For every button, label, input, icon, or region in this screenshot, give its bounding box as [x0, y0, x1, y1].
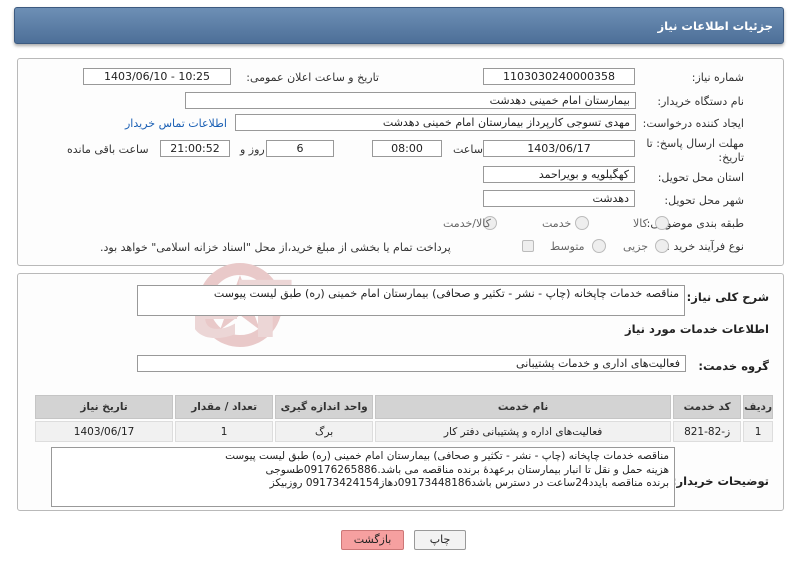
page-title: جزئیات اطلاعات نیاز	[657, 19, 773, 33]
col-need-date: تاریخ نیاز	[35, 395, 174, 419]
buyer-notes-label: توضیحات خریدار:	[671, 474, 769, 488]
title-bar: جزئیات اطلاعات نیاز	[14, 7, 784, 44]
buyer-notes-field: مناقصه خدمات چاپخانه (چاپ - نشر - تکثیر …	[51, 447, 675, 507]
description-text: مناقصه خدمات چاپخانه (چاپ - نشر - تکثیر …	[213, 287, 679, 300]
description-field: مناقصه خدمات چاپخانه (چاپ - نشر - تکثیر …	[137, 285, 685, 316]
print-button[interactable]: چاپ	[414, 530, 466, 550]
province-field: کهگیلویه و بویراحمد	[483, 166, 635, 183]
buyer-notes-line-2: هزینه حمل و نقل تا انبار بیمارستان برعهد…	[265, 463, 669, 476]
back-button[interactable]: بازگشت	[341, 530, 404, 550]
category-option-service: خدمت	[542, 217, 572, 230]
col-service-code: کد خدمت	[673, 395, 742, 419]
city-field: دهدشت	[483, 190, 635, 207]
days-field: 6	[266, 140, 334, 157]
need-number-field: 1103030240000358	[483, 68, 635, 85]
process-option-medium: متوسط	[550, 240, 585, 253]
col-row-number: ردیف	[743, 395, 773, 419]
deadline-time-field: 08:00	[372, 140, 442, 157]
need-number-label: شماره نیاز:	[691, 71, 744, 84]
process-radio-medium[interactable]	[592, 239, 606, 253]
city-label: شهر محل تحویل:	[664, 194, 744, 207]
col-service-name: نام خدمت	[375, 395, 672, 419]
deadline-date-field: 1403/06/17	[483, 140, 635, 157]
announce-field: 1403/06/10 - 10:25	[83, 68, 231, 85]
remaining-label: ساعت باقی مانده	[67, 143, 149, 156]
announce-label: تاریخ و ساعت اعلان عمومی:	[246, 71, 379, 84]
payment-note: پرداخت تمام یا بخشی از مبلغ خرید،از محل …	[100, 241, 451, 254]
province-label: استان محل تحویل:	[657, 171, 744, 184]
services-table-header: ردیف کد خدمت نام خدمت واحد اندازه گیری ت…	[35, 395, 773, 419]
category-radio-goods[interactable]	[655, 216, 669, 230]
process-option-minor: جزیی	[623, 240, 649, 253]
days-label: روز و	[240, 143, 265, 156]
remaining-time-field: 21:00:52	[160, 140, 230, 157]
treasury-checkbox[interactable]	[522, 240, 534, 252]
category-radio-service[interactable]	[575, 216, 589, 230]
col-quantity: تعداد / مقدار	[175, 395, 274, 419]
services-section-title: اطلاعات خدمات مورد نیاز	[625, 322, 769, 336]
process-radio-minor[interactable]	[655, 239, 669, 253]
table-row: 1 ز-82-821 فعالیت‌های اداره و پشتیبانی د…	[35, 421, 773, 442]
creator-field: مهدی تسوجی کارپرداز بیمارستان امام خمینی…	[235, 114, 636, 131]
buyer-org-label: نام دستگاه خریدار:	[657, 95, 744, 108]
services-table: ردیف کد خدمت نام خدمت واحد اندازه گیری ت…	[33, 393, 775, 444]
buyer-notes-line-1: مناقصه خدمات چاپخانه (چاپ - نشر - تکثیر …	[225, 450, 669, 462]
cell-quantity: 1	[175, 421, 274, 442]
col-unit: واحد اندازه گیری	[275, 395, 374, 419]
category-option-goods-service: کالا/خدمت	[443, 217, 491, 230]
cell-service-name: فعالیت‌های اداره و پشتیبانی دفتر کار	[375, 421, 672, 442]
process-label: نوع فرآیند خرید :	[666, 240, 744, 253]
description-label: شرح کلی نیاز:	[686, 290, 769, 304]
category-option-goods: کالا	[633, 217, 648, 230]
cell-need-date: 1403/06/17	[35, 421, 174, 442]
service-group-field: فعالیت‌های اداری و خدمات پشتیبانی	[137, 355, 686, 372]
buyer-notes-line-3: برنده مناقصه بایدد24ساعت در دسترس باشد09…	[269, 477, 669, 489]
time-label: ساعت	[453, 143, 483, 156]
cell-service-code: ز-82-821	[673, 421, 742, 442]
cell-row-number: 1	[743, 421, 773, 442]
service-group-label: گروه خدمت:	[698, 359, 769, 373]
buyer-org-field: بیمارستان امام خمینی دهدشت	[185, 92, 636, 109]
deadline-label: مهلت ارسال پاسخ: تا تاریخ:	[646, 137, 744, 164]
creator-label: ایجاد کننده درخواست:	[642, 117, 744, 130]
cell-unit: برگ	[275, 421, 374, 442]
contact-info-link[interactable]: اطلاعات تماس خریدار	[125, 117, 227, 130]
